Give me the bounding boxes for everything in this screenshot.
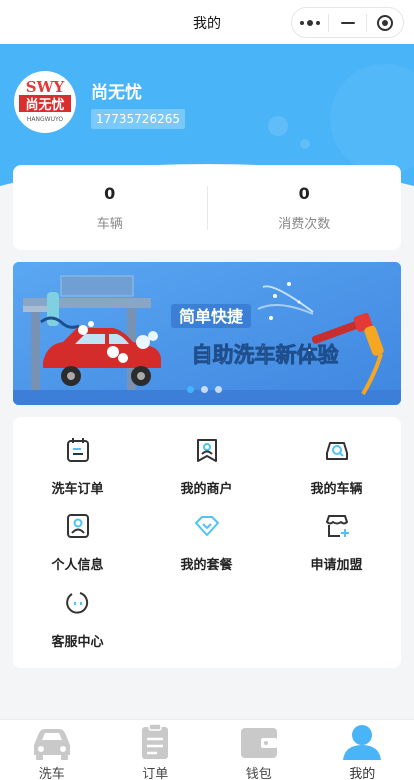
- tab-label: 我的: [349, 767, 376, 780]
- title-bar: 我的: [0, 0, 414, 44]
- car-wash-illustration: 简单快捷 自助洗车新体验: [13, 262, 401, 405]
- menu-item-wash-orders[interactable]: 洗车订单: [13, 417, 142, 497]
- menu-item-my-packages[interactable]: 我的套餐: [142, 493, 271, 573]
- avatar[interactable]: SWY 尚无忧 HANGWUYO: [14, 71, 76, 133]
- tab-car-wash[interactable]: 洗车: [0, 720, 104, 780]
- stat-value: 0: [104, 183, 116, 203]
- stat-label: 消费次数: [278, 216, 331, 232]
- minimize-icon: [340, 21, 355, 24]
- svg-text:HANGWUYO: HANGWUYO: [27, 116, 63, 123]
- banner-title: 自助洗车新体验: [192, 343, 339, 367]
- menu-item-personal-info[interactable]: 个人信息: [13, 493, 142, 573]
- tab-mine[interactable]: 我的: [311, 720, 414, 780]
- clipboard-icon: [142, 723, 169, 759]
- tab-label: 订单: [142, 767, 169, 780]
- service-chat-icon: [66, 592, 89, 614]
- menu-item-label: 客服中心: [51, 635, 104, 650]
- tab-label: 钱包: [245, 767, 272, 780]
- menu-item-apply-franchise[interactable]: 申请加盟: [272, 493, 401, 573]
- stat-value: 0: [298, 183, 310, 203]
- menu-item-my-vehicles[interactable]: 我的车辆: [272, 417, 401, 497]
- carousel-dot[interactable]: [201, 386, 208, 393]
- svg-text:SWY: SWY: [26, 78, 65, 96]
- tab-label: 洗车: [38, 767, 65, 780]
- car-wash-icon: [33, 729, 70, 760]
- stat-consumption-count[interactable]: 0 消费次数: [208, 184, 402, 232]
- close-circle-icon: [376, 14, 393, 31]
- menu-item-customer-service[interactable]: 客服中心: [13, 570, 142, 650]
- user-name: 尚无忧: [91, 83, 142, 103]
- store-add-icon: [326, 515, 349, 537]
- wallet-icon: [240, 728, 277, 758]
- minimize-button[interactable]: [329, 8, 365, 37]
- user-phone-badge: 17735726265: [91, 109, 185, 129]
- carousel-indicator[interactable]: [187, 386, 222, 393]
- package-diamond-icon: [195, 516, 219, 536]
- menu-item-label: 申请加盟: [310, 558, 363, 573]
- carousel-dot[interactable]: [187, 386, 194, 393]
- menu-item-my-merchants[interactable]: 我的商户: [142, 417, 271, 497]
- svg-text:尚无忧: 尚无忧: [25, 97, 64, 113]
- carousel-dot[interactable]: [215, 386, 222, 393]
- more-dots-icon: [300, 19, 321, 26]
- stat-vehicles[interactable]: 0 车辆: [13, 184, 207, 232]
- promo-banner[interactable]: 简单快捷 自助洗车新体验: [13, 262, 401, 405]
- tab-wallet[interactable]: 钱包: [207, 720, 311, 780]
- bottom-tab-bar: 洗车 订单 钱包 我的: [0, 719, 414, 780]
- mini-program-capsule: [291, 7, 404, 38]
- user-icon: [343, 725, 382, 760]
- car-search-icon: [326, 442, 348, 460]
- merchant-icon: [197, 439, 217, 462]
- profile-card-icon: [67, 514, 89, 538]
- stat-label: 车辆: [96, 216, 123, 232]
- stats-card: 0 车辆 0 消费次数: [13, 165, 401, 250]
- service-menu: 洗车订单 我的商户 我的车辆 个人信息 我的套餐 申请加盟 客服中心: [13, 417, 401, 668]
- more-button[interactable]: [292, 8, 328, 37]
- tab-orders[interactable]: 订单: [104, 720, 208, 780]
- banner-subtitle: 简单快捷: [179, 307, 244, 326]
- brand-logo-icon: SWY 尚无忧 HANGWUYO: [15, 72, 75, 132]
- menu-item-label: 我的套餐: [180, 558, 233, 573]
- close-button[interactable]: [367, 8, 403, 37]
- order-list-icon: [67, 438, 89, 462]
